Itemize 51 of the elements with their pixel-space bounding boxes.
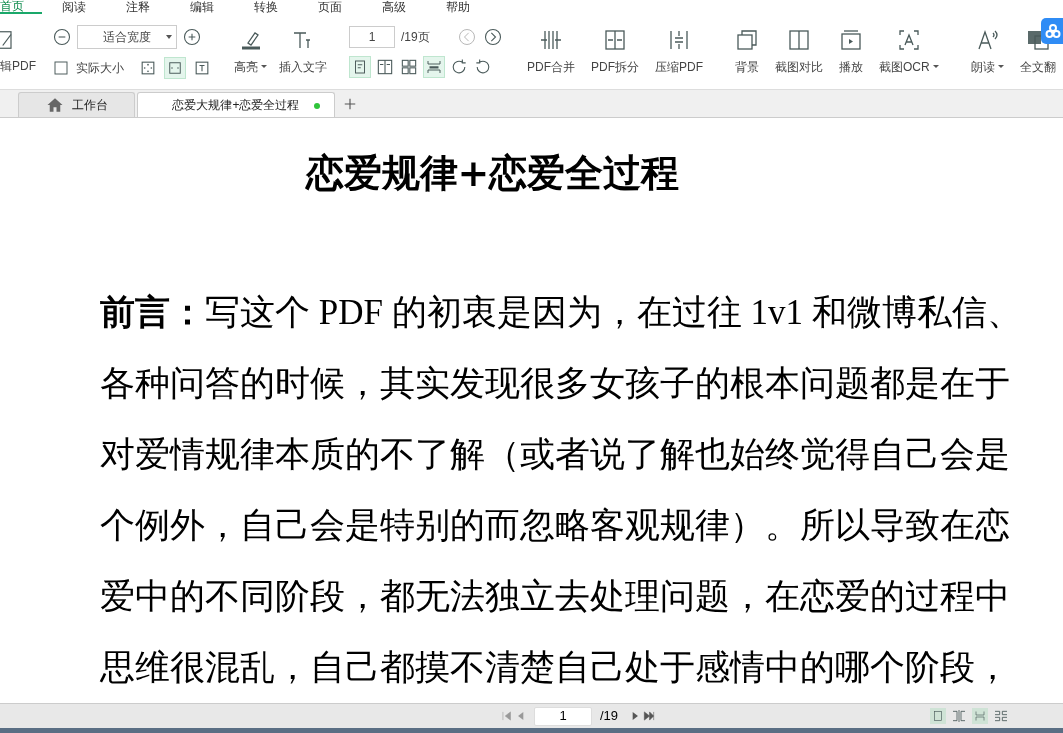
tool-label[interactable]: 播放 xyxy=(839,57,863,76)
menu-tab[interactable]: 首页 xyxy=(0,0,42,14)
actual-size-icon[interactable] xyxy=(52,58,70,77)
single-page-button[interactable] xyxy=(930,708,947,724)
tool-label[interactable]: 全文翻 xyxy=(1019,57,1056,76)
document-tab[interactable]: 恋爱大规律+恋爱全过程 xyxy=(137,92,335,117)
continuous-page-button[interactable] xyxy=(423,55,445,78)
continuous-page-icon xyxy=(974,710,987,722)
tool-label[interactable]: 截图OCR xyxy=(879,57,930,76)
tool-label[interactable]: 实际大小 xyxy=(76,58,124,77)
tool-label[interactable]: PDF合并 xyxy=(527,57,575,76)
tool-label[interactable]: 插入文字 xyxy=(279,57,327,76)
cloud-widget-icon[interactable] xyxy=(1041,18,1063,44)
menu-tab[interactable]: 阅读 xyxy=(42,0,106,14)
menu-tab[interactable]: 编辑 xyxy=(170,0,234,14)
zoom-dropdown[interactable]: 适合宽度 xyxy=(77,24,177,49)
split-icon[interactable] xyxy=(603,27,627,52)
page-total: /19页 xyxy=(401,28,431,46)
menu-tab[interactable]: 帮助 xyxy=(426,0,490,14)
page-number-field[interactable]: 1 xyxy=(349,25,395,48)
next-page-icon[interactable] xyxy=(483,26,503,47)
single-page-button[interactable] xyxy=(349,55,371,78)
two-page-icon[interactable] xyxy=(951,708,968,724)
tool-label[interactable]: 朗读 xyxy=(970,57,995,76)
first-page-icon[interactable] xyxy=(500,709,514,723)
document-tab[interactable]: 工作台 xyxy=(18,92,135,117)
menu-tab[interactable]: 转换 xyxy=(234,0,298,14)
layers-icon[interactable] xyxy=(735,27,759,52)
page-number-field[interactable]: 1 xyxy=(534,706,592,726)
grid-pages-icon[interactable] xyxy=(993,708,1010,724)
document-title: 恋爱规律+恋爱全过程 xyxy=(304,149,681,197)
page-total: /19 xyxy=(600,707,619,726)
tool-label[interactable]: 背景 xyxy=(735,57,759,76)
ocr-icon[interactable] xyxy=(896,27,921,52)
play-icon[interactable] xyxy=(839,27,863,52)
last-page-icon[interactable] xyxy=(642,709,657,723)
tool-label[interactable]: 辑PDF xyxy=(0,56,36,75)
single-page-icon xyxy=(932,710,945,722)
fit-width-button[interactable] xyxy=(164,56,186,79)
home-icon xyxy=(45,96,64,114)
tool-label[interactable]: 截图对比 xyxy=(775,57,823,76)
tool-label[interactable]: 压缩PDF xyxy=(655,57,703,76)
compare-icon[interactable] xyxy=(787,27,811,52)
menu-tab[interactable]: 注释 xyxy=(106,0,170,14)
zoom-in-icon[interactable] xyxy=(182,26,202,47)
menu-tab[interactable]: 页面 xyxy=(298,0,362,14)
tool-label[interactable]: PDF拆分 xyxy=(591,57,639,76)
tool-label[interactable]: 高亮 xyxy=(234,57,258,76)
document-paragraph: 前言：写这个 PDF 的初衷是因为，在过往 1v1 和微博私信、各种问答的时候，其实发现很多女孩子的根本问题都是在于对爱情规律本质的不了解（或者说了解也始终觉得自己会是个例外，自己会是特别的而忽略客观规律）。所以导致在恋爱中的不同阶段，都无法独立去处理问题，在恋爱的过程中思维很混乱，自己都摸不清楚自己处于感情中的哪个阶段， xyxy=(100,292,1023,689)
zoom-out-icon[interactable] xyxy=(52,26,72,47)
menu-tab[interactable]: 高级 xyxy=(362,0,426,14)
